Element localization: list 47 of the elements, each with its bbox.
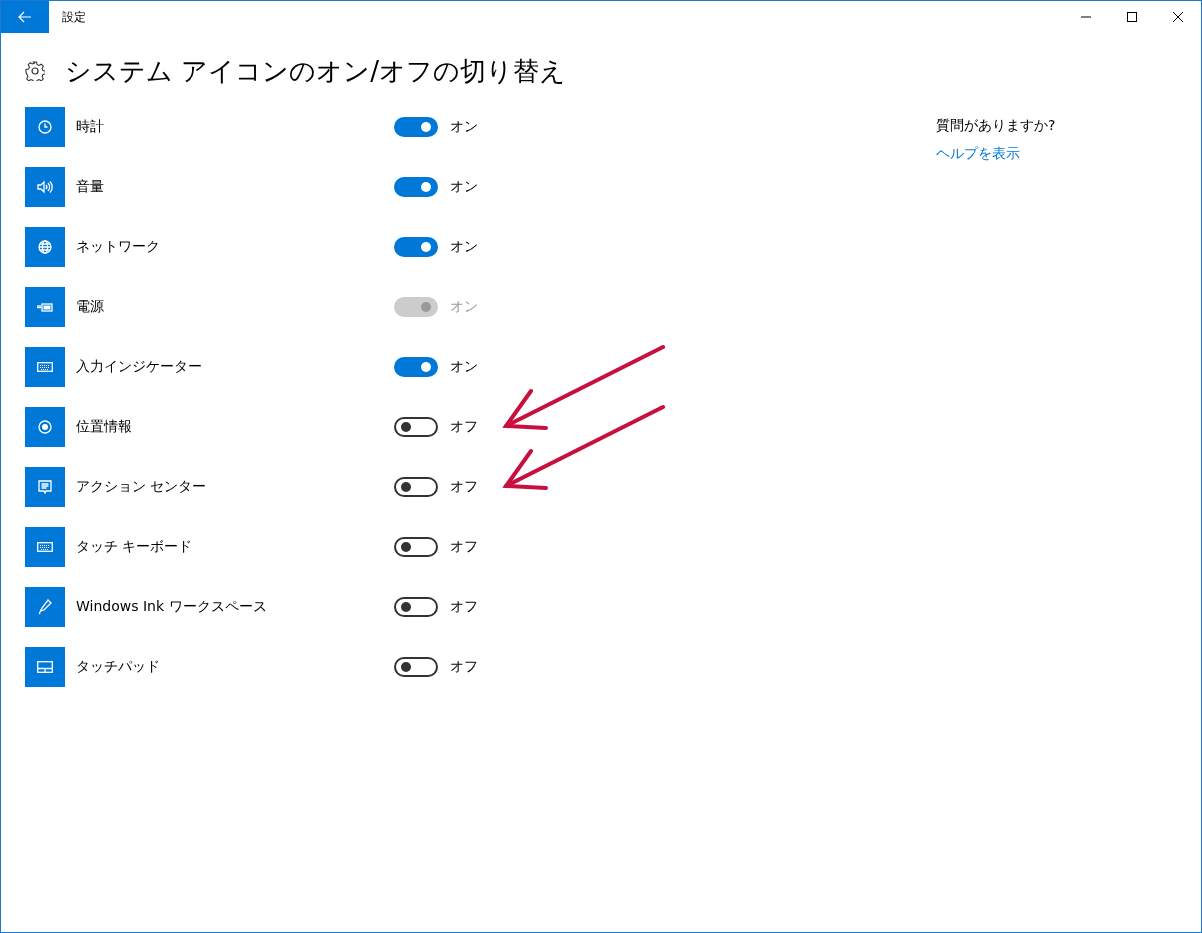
toggle-state: オン (450, 298, 478, 316)
setting-label: ネットワーク (76, 238, 161, 256)
setting-label: 入力インジケーター (76, 358, 203, 376)
toggle-state: オフ (450, 538, 478, 556)
toggle-switch[interactable] (394, 117, 438, 137)
setting-label: 時計 (76, 118, 105, 136)
toggle-switch[interactable] (394, 417, 438, 437)
maximize-icon (1127, 12, 1137, 22)
toggle-switch[interactable] (394, 537, 438, 557)
toggle-switch[interactable] (394, 237, 438, 257)
speaker-icon (37, 180, 53, 194)
clock-icon (38, 120, 52, 134)
toggle-state: オフ (450, 418, 478, 436)
keyboard-icon (37, 362, 53, 372)
back-arrow-icon (18, 11, 32, 23)
battery-plug-icon (36, 301, 54, 313)
settings-icon (25, 61, 45, 81)
setting-label: 位置情報 (76, 418, 133, 436)
message-icon (38, 479, 52, 495)
page-title: システム アイコンのオン/オフの切り替え (65, 54, 567, 88)
toggle-state: オン (450, 358, 478, 376)
toggle-state: オフ (450, 658, 478, 676)
pen-icon (38, 599, 52, 615)
setting-label: 音量 (76, 178, 105, 196)
touchpad-icon (37, 661, 53, 673)
help-link[interactable]: ヘルプを表示 (936, 145, 1020, 163)
close-icon (1173, 12, 1183, 22)
keyboard-icon (37, 542, 53, 552)
toggle-state: オフ (450, 478, 478, 496)
setting-label: タッチパッド (76, 658, 161, 676)
setting-label: アクション センター (76, 478, 208, 496)
help-question: 質問がありますか? (936, 117, 1056, 135)
toggle-state: オン (450, 118, 478, 136)
toggle-switch[interactable] (394, 177, 438, 197)
toggle-state: オン (450, 238, 478, 256)
setting-label: Windows Ink ワークスペース (76, 598, 268, 616)
toggle-state: オン (450, 178, 478, 196)
toggle-switch[interactable] (394, 477, 438, 497)
toggle-switch[interactable] (394, 597, 438, 617)
window-title: 設定 (62, 8, 87, 26)
globe-icon (38, 240, 52, 254)
setting-label: タッチ キーボード (76, 538, 194, 556)
setting-label: 電源 (76, 298, 105, 316)
toggle-switch[interactable] (394, 657, 438, 677)
toggle-switch[interactable] (394, 357, 438, 377)
toggle-state: オフ (450, 598, 478, 616)
target-icon (38, 420, 52, 434)
